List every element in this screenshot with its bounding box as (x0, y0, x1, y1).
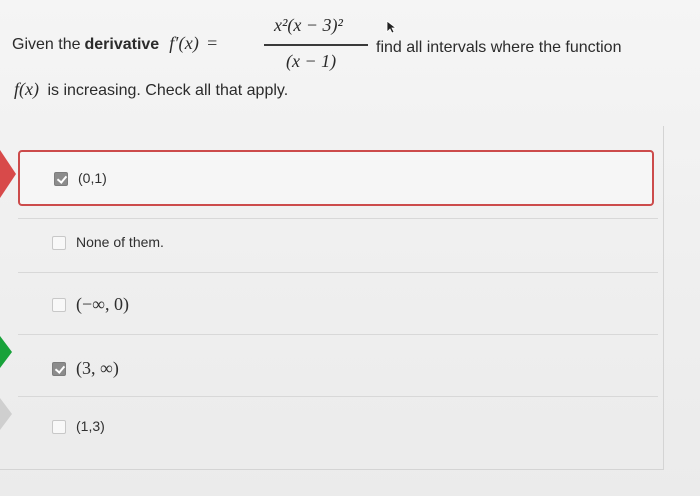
question-text: Given the derivative f′(x) = x²(x − 3)² … (12, 10, 672, 102)
neutral-marker-icon (0, 398, 12, 430)
option-divider (18, 334, 658, 335)
pointer-cursor-icon (386, 20, 398, 34)
correct-marker-icon (0, 336, 12, 368)
checkbox-unchecked-icon[interactable] (52, 236, 66, 250)
incorrect-marker-icon (0, 150, 16, 198)
option-1-3[interactable]: (1,3) (18, 400, 654, 456)
option-label: None of them. (76, 234, 164, 250)
option-neg-inf-0[interactable]: (−∞, 0) (18, 278, 654, 334)
checkbox-checked-icon[interactable] (54, 172, 68, 186)
question-prefix: Given the (12, 36, 81, 53)
checkbox-unchecked-icon[interactable] (52, 420, 66, 434)
answer-options: (0,1) None of them. (−∞, 0) (3, ∞) (1,3) (18, 148, 666, 472)
option-label: (0,1) (78, 170, 107, 186)
option-divider (18, 272, 658, 273)
derivative-fraction: x²(x − 3)² (x − 1) (264, 10, 368, 76)
fraction-numerator: x²(x − 3)² (274, 15, 343, 35)
question-line-1: Given the derivative f′(x) = (12, 34, 217, 53)
checkbox-checked-icon[interactable] (52, 362, 66, 376)
option-label: (3, ∞) (76, 358, 119, 378)
checkbox-unchecked-icon[interactable] (52, 298, 66, 312)
derivative-symbol: f′(x) (169, 33, 200, 53)
option-3-inf[interactable]: (3, ∞) (18, 342, 654, 398)
option-0-1[interactable]: (0,1) (18, 150, 654, 206)
question-line-2: f(x) is increasing. Check all that apply… (14, 80, 288, 99)
question-line-1-suffix: find all intervals where the function (376, 39, 622, 56)
fraction-denominator: (x − 1) (286, 51, 337, 71)
option-label: (−∞, 0) (76, 294, 129, 314)
question-bold-derivative: derivative (84, 36, 160, 53)
option-none-of-them[interactable]: None of them. (18, 216, 654, 272)
fraction-bar (264, 44, 368, 46)
option-label: (1,3) (76, 418, 105, 434)
equals-sign: = (207, 33, 218, 53)
option-divider (18, 396, 658, 397)
function-symbol: f(x) (14, 79, 39, 99)
quiz-page: Given the derivative f′(x) = x²(x − 3)² … (0, 0, 700, 496)
question-line-2-text: is increasing. Check all that apply. (47, 82, 289, 99)
